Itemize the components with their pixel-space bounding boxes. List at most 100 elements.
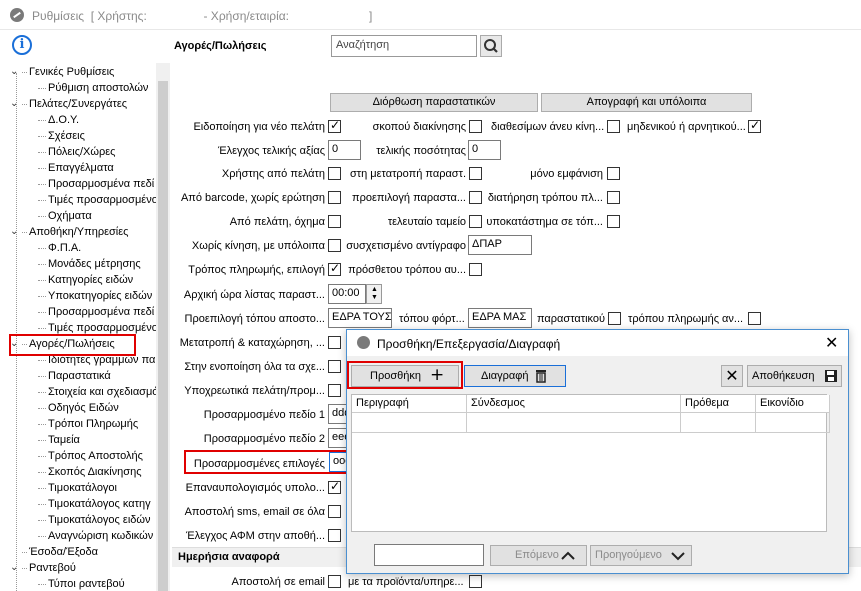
tree-scrollbar[interactable] — [156, 63, 170, 591]
conversion-checkbox[interactable] — [469, 167, 482, 180]
available-no-movement-checkbox[interactable] — [607, 120, 620, 133]
payment-method-by-checkbox[interactable] — [748, 312, 761, 325]
dialog-search-input[interactable] — [374, 544, 484, 566]
close-icon[interactable]: ✕ — [825, 333, 838, 352]
tree-subitem[interactable]: Τιμοκατάλογος κατηγ — [48, 498, 151, 510]
final-value-check-input[interactable]: 0 — [328, 140, 361, 160]
tree-scrollbar-thumb[interactable] — [158, 81, 168, 591]
tree-subitem[interactable]: Τρόπος Αποστολής — [48, 450, 143, 462]
extra-payment-method-checkbox[interactable] — [469, 263, 482, 276]
clear-button[interactable]: ✕ — [721, 365, 743, 387]
grid-cell[interactable] — [467, 413, 681, 433]
tree-subitem[interactable]: Φ.Π.Α. — [48, 242, 81, 254]
tree-connector — [22, 104, 27, 105]
save-button[interactable]: Αποθήκευση — [747, 365, 842, 387]
tree-item[interactable]: Ραντεβού — [29, 562, 76, 574]
tree-expander-icon[interactable]: ⌄ — [10, 226, 18, 237]
last-cashbox-checkbox[interactable] — [469, 215, 482, 228]
stock-button[interactable]: Απογραφή και υπόλοιπα — [541, 93, 752, 112]
no-movement-balance-checkbox[interactable] — [328, 239, 341, 252]
tree-connector — [38, 472, 46, 473]
tree-subitem[interactable]: Υποκατηγορίες ειδών — [48, 290, 152, 302]
tree-subitem[interactable]: Δ.Ο.Υ. — [48, 114, 79, 126]
branch-place-checkbox[interactable] — [607, 215, 620, 228]
tree-subitem[interactable]: Μονάδες μέτρησης — [48, 258, 141, 270]
default-document-checkbox[interactable] — [469, 191, 482, 204]
zero-negative-checkbox[interactable] — [748, 118, 761, 133]
send-sms-email-checkbox[interactable] — [328, 505, 341, 518]
keep-payment-method-checkbox[interactable] — [607, 191, 620, 204]
spin-down-icon[interactable]: ▼ — [371, 294, 378, 301]
user-from-customer-checkbox[interactable] — [328, 167, 341, 180]
tree-expander-icon[interactable]: ⌄ — [10, 562, 18, 573]
tree-expander-icon[interactable]: ⌄ — [10, 66, 18, 77]
grid-cell[interactable] — [681, 413, 756, 433]
tree-subitem[interactable]: Αναγνώριση κωδικών — [48, 530, 153, 542]
options-grid[interactable]: Περιγραφή Σύνδεσμος Πρόθεμα Εικονίδιο — [351, 394, 830, 532]
document-checkbox[interactable] — [608, 312, 621, 325]
tree-subitem[interactable]: Πόλεις/Χώρες — [48, 146, 115, 158]
customer-vehicle-checkbox[interactable] — [328, 215, 341, 228]
barcode-no-question-checkbox[interactable] — [328, 191, 341, 204]
transport-purpose-checkbox[interactable] — [469, 120, 482, 133]
tree-subitem[interactable]: Ρύθμιση αποστολών — [48, 82, 148, 94]
info-icon[interactable]: i — [12, 35, 32, 55]
tree-subitem[interactable]: Τιμοκατάλογος ειδών — [48, 514, 150, 526]
trash-icon — [536, 370, 546, 383]
correction-button[interactable]: Διόρθωση παραστατικών — [330, 93, 538, 112]
tree-connector — [22, 568, 27, 569]
tree-item[interactable]: Πελάτες/Συνεργάτες — [29, 98, 127, 110]
mandatory-customer-checkbox[interactable] — [328, 384, 341, 397]
dispatch-place-input[interactable]: ΕΔΡΑ ΤΟΥΣ — [328, 308, 392, 328]
tree-subitem[interactable]: Παραστατικά — [48, 370, 111, 382]
tree-subitem[interactable]: Τιμές προσαρμοσμένο — [48, 194, 158, 206]
tree-item[interactable]: Γενικές Ρυθμίσεις — [29, 66, 114, 78]
tree-subitem[interactable]: Τιμοκατάλογοι — [48, 482, 117, 494]
x-icon: ✕ — [725, 366, 739, 385]
conversion-posting-checkbox[interactable] — [328, 336, 341, 349]
tree-subitem[interactable]: Τρόποι Πληρωμής — [48, 418, 138, 430]
tree-subitem[interactable]: Στοιχεία και σχεδιασμό — [48, 386, 158, 398]
tree-subitem[interactable]: Σχέσεις — [48, 130, 85, 142]
display-only-checkbox[interactable] — [607, 167, 620, 180]
time-spinner[interactable]: ▲ ▼ — [366, 284, 382, 304]
tree-subitem[interactable]: Επαγγέλματα — [48, 162, 114, 174]
grid-cell[interactable] — [756, 413, 830, 433]
grid-cell[interactable] — [352, 413, 467, 433]
tree-item[interactable]: Αποθήκη/Υπηρεσίες — [29, 226, 128, 238]
tree-expander-icon[interactable]: ⌄ — [10, 98, 18, 109]
send-email-checkbox[interactable] — [328, 575, 341, 588]
new-customer-notice-checkbox[interactable] — [328, 118, 341, 133]
tree-subitem[interactable]: Κατηγορίες ειδών — [48, 274, 133, 286]
previous-button[interactable]: Προηγούμενο — [590, 545, 692, 566]
loading-place-input[interactable]: ΕΔΡΑ ΜΑΣ — [468, 308, 532, 328]
search-button[interactable] — [480, 35, 502, 57]
tree-subitem[interactable]: Σκοπός Διακίνησης — [48, 466, 142, 478]
list-start-time-input[interactable]: 00:00 — [328, 284, 366, 304]
tree-subitem[interactable]: Ταμεία — [48, 434, 80, 446]
spin-up-icon[interactable]: ▲ — [371, 286, 378, 293]
with-products-checkbox[interactable] — [469, 575, 482, 588]
vat-check-checkbox[interactable] — [328, 529, 341, 542]
tree-subitem[interactable]: Τιμές προσαρμοσμένο — [48, 322, 158, 334]
column-header-link[interactable]: Σύνδεσμος — [467, 395, 681, 413]
tree-subitem[interactable]: Προσαρμοσμένα πεδί — [48, 306, 154, 318]
linked-copy-input[interactable]: ΔΠΑΡ — [468, 235, 532, 255]
search-input[interactable]: Αναζήτηση — [331, 35, 477, 57]
column-header-description[interactable]: Περιγραφή — [352, 395, 467, 413]
previous-button-label: Προηγούμενο — [595, 549, 662, 561]
next-button[interactable]: Επόμενο — [490, 545, 587, 566]
delete-button[interactable]: Διαγραφή — [464, 365, 566, 387]
payment-method-choice-checkbox[interactable] — [328, 261, 341, 276]
tree-item[interactable]: Έσοδα/Έξοδα — [29, 546, 98, 558]
tree-subitem[interactable]: Οδηγός Ειδών — [48, 402, 119, 414]
available-no-movement-label: διαθεσίμων άνευ κίνη... — [491, 121, 605, 133]
tree-subitem[interactable]: Προσαρμοσμένα πεδί — [48, 178, 154, 190]
tree-subitem[interactable]: Οχήματα — [48, 210, 92, 222]
column-header-prefix[interactable]: Πρόθεμα — [681, 395, 756, 413]
tree-subitem[interactable]: Τύποι ραντεβού — [48, 578, 125, 590]
final-quantity-input[interactable]: 0 — [468, 140, 501, 160]
column-header-icon[interactable]: Εικονίδιο — [756, 395, 830, 413]
merge-all-checkbox[interactable] — [328, 360, 341, 373]
recalculate-checkbox[interactable] — [328, 479, 341, 494]
